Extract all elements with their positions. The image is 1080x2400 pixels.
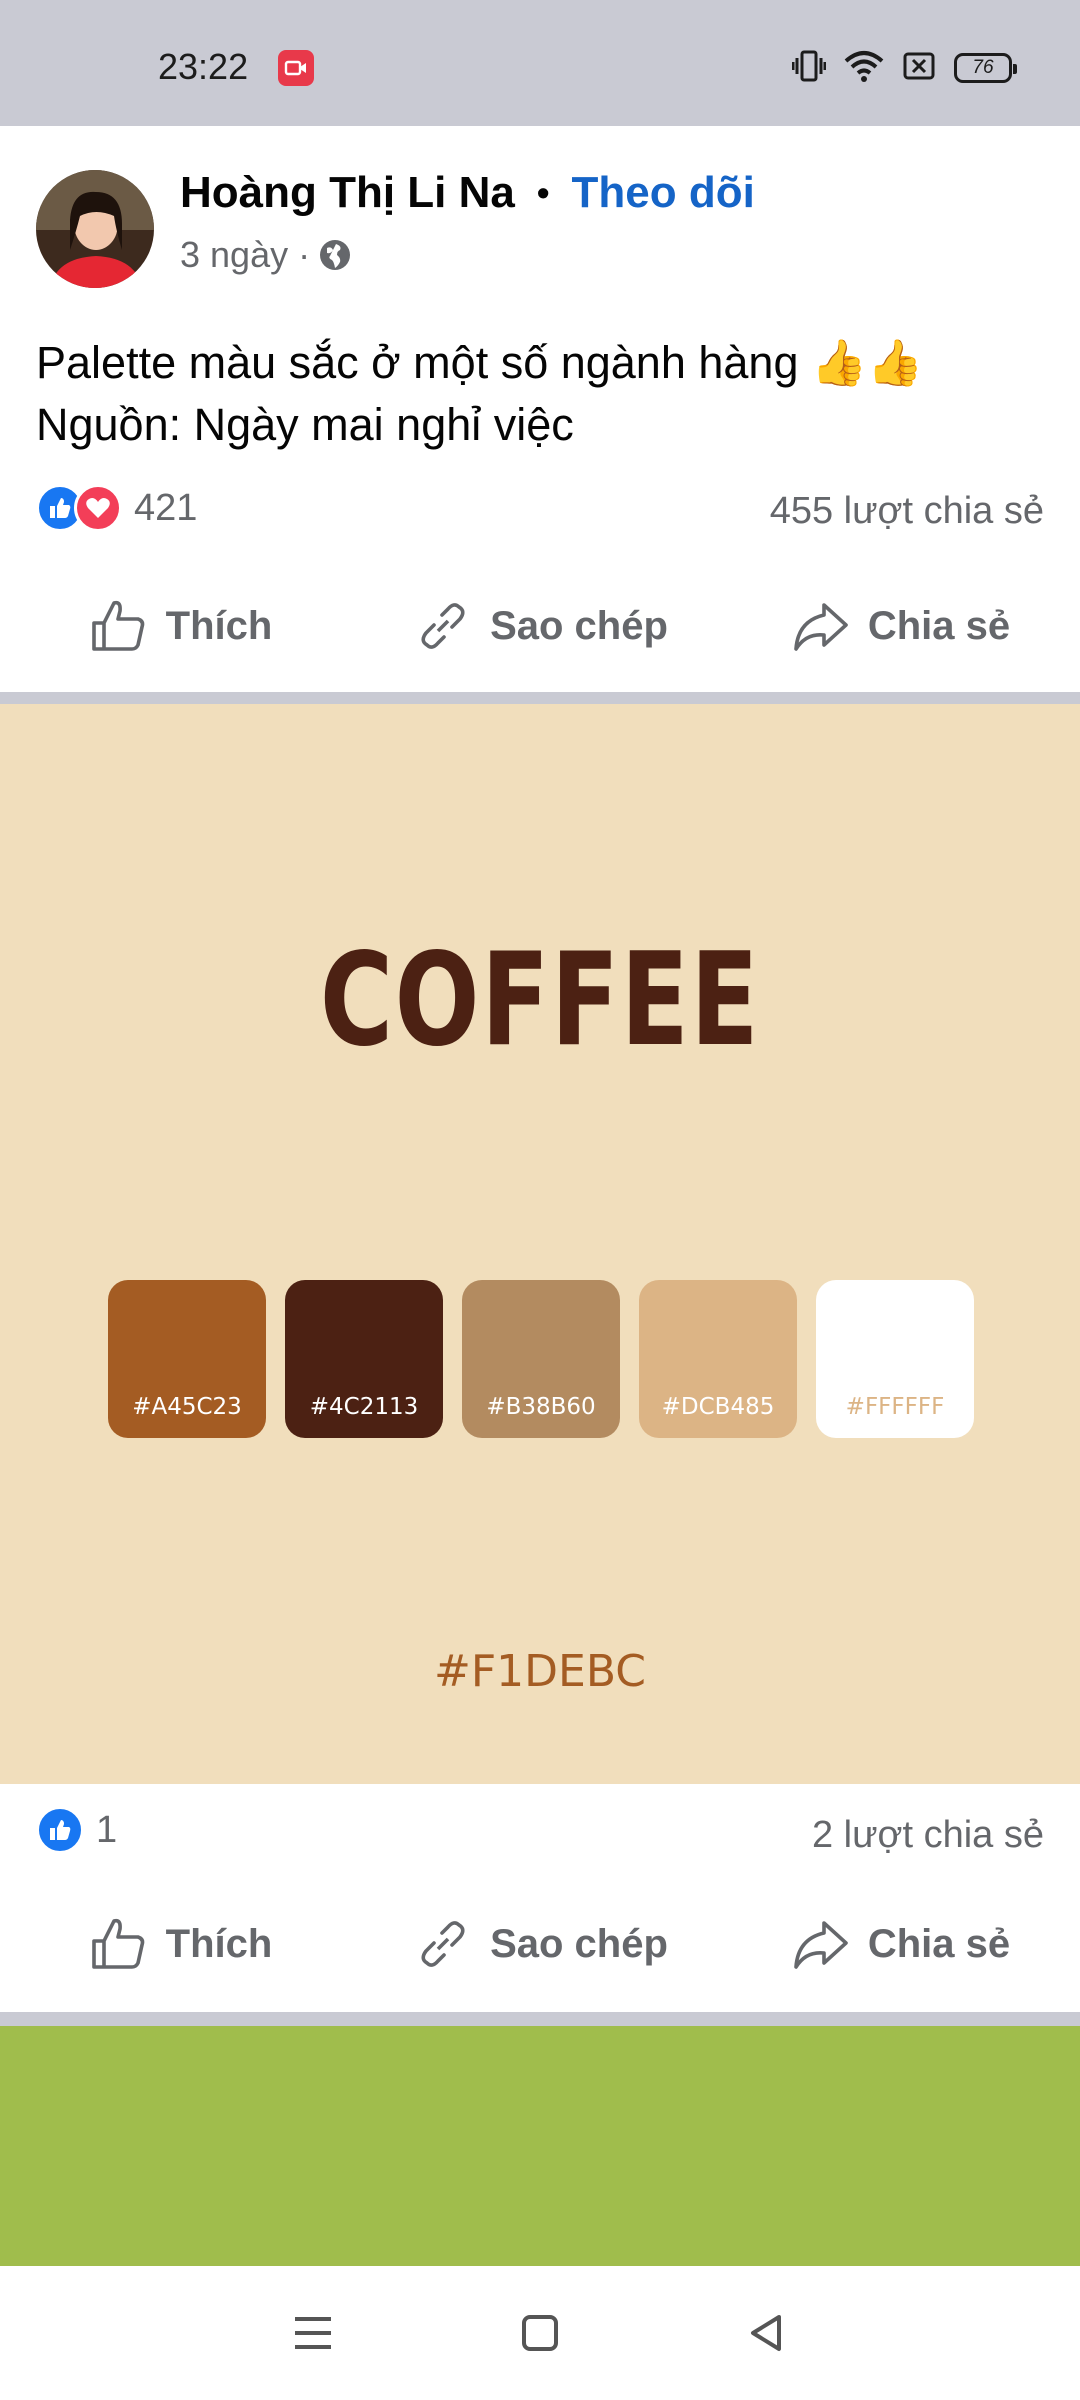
globe-icon — [320, 240, 351, 270]
post-actions: Thích Sao chép Chia sẻ — [0, 566, 1080, 686]
like-label: Thích — [165, 1921, 273, 1966]
link-icon — [421, 603, 465, 649]
avatar[interactable] — [36, 170, 154, 288]
home-square-icon[interactable] — [500, 2293, 580, 2373]
post2-reaction-count: 1 — [96, 1808, 118, 1851]
post-text: Palette màu sắc ở một số ngành hàng 👍👍 N… — [36, 332, 923, 456]
share-label: Chia sẻ — [867, 603, 1011, 648]
reaction-count: 421 — [134, 486, 198, 529]
swatch-2: #4C2113 — [285, 1280, 443, 1438]
like-reaction-icon — [36, 1806, 84, 1854]
wifi-icon — [844, 49, 884, 88]
swatch-code: #DCB485 — [661, 1394, 775, 1420]
copy-link-button[interactable]: Sao chép — [360, 566, 720, 686]
swatch-4: #DCB485 — [639, 1280, 797, 1438]
post-time[interactable]: 3 ngày · — [180, 234, 310, 276]
status-icons: 76 — [791, 48, 1017, 89]
post-divider — [0, 2012, 1080, 2026]
system-nav-bar — [0, 2266, 1080, 2400]
share-count[interactable]: 455 lượt chia sẻ — [770, 490, 1044, 533]
separator-dot: • — [536, 172, 550, 213]
swatch-code: #B38B60 — [486, 1394, 596, 1420]
post-image-coffee-palette[interactable]: COFFEE #A45C23 #4C2113 #B38B60 #DCB485 #… — [0, 704, 1080, 1784]
swatch-row: #A45C23 #4C2113 #B38B60 #DCB485 #FFFFFF — [108, 1280, 974, 1438]
palette-title: COFFEE — [319, 926, 761, 1075]
post-text-line1: Palette màu sắc ở một số ngành hàng 👍👍 — [36, 337, 924, 388]
next-post-image[interactable] — [0, 2026, 1080, 2266]
author-line: Hoàng Thị Li Na • Theo dõi — [180, 168, 755, 218]
share-arrow-icon — [794, 1921, 848, 1969]
love-reaction-icon — [74, 484, 122, 532]
share-arrow-icon — [794, 603, 848, 651]
copy-label: Sao chép — [490, 1921, 668, 1966]
copy-link-button[interactable]: Sao chép — [360, 1884, 720, 2004]
reaction-summary[interactable]: 421 — [36, 484, 197, 532]
post-meta: 3 ngày · — [180, 234, 352, 276]
status-bar: 23:22 76 — [0, 0, 1080, 126]
thumbs-up-icon — [91, 600, 144, 651]
back-triangle-icon[interactable] — [727, 2293, 807, 2373]
background-color-code: #F1DEBC — [434, 1646, 646, 1697]
post2-actions: Thích Sao chép Chia sẻ — [0, 1884, 1080, 2004]
post2-share-count[interactable]: 2 lượt chia sẻ — [812, 1814, 1044, 1857]
copy-label: Sao chép — [490, 603, 668, 648]
swatch-code: #FFFFFF — [845, 1394, 945, 1420]
swatch-3: #B38B60 — [462, 1280, 620, 1438]
swatch-1: #A45C23 — [108, 1280, 266, 1438]
swatch-code: #4C2113 — [309, 1394, 419, 1420]
follow-button[interactable]: Theo dõi — [572, 168, 755, 218]
thumbs-up-icon — [91, 1918, 144, 1969]
like-button[interactable]: Thích — [0, 566, 360, 686]
post-text-line2: Nguồn: Ngày mai nghỉ việc — [36, 399, 574, 450]
battery-icon: 76 — [954, 53, 1017, 83]
share-label: Chia sẻ — [867, 1921, 1011, 1966]
vibrate-icon — [791, 48, 827, 89]
author-name[interactable]: Hoàng Thị Li Na — [180, 168, 515, 218]
swatch-5: #FFFFFF — [816, 1280, 974, 1438]
post2-reaction-summary[interactable]: 1 — [36, 1806, 117, 1854]
share-button[interactable]: Chia sẻ — [720, 566, 1080, 686]
like-button[interactable]: Thích — [0, 1884, 360, 2004]
share-button[interactable]: Chia sẻ — [720, 1884, 1080, 2004]
like-label: Thích — [165, 603, 273, 648]
link-icon — [421, 1921, 465, 1967]
screen-record-icon — [278, 50, 314, 86]
menu-icon[interactable] — [273, 2293, 353, 2373]
status-time: 23:22 — [158, 46, 249, 87]
no-sim-icon — [902, 49, 936, 88]
swatch-code: #A45C23 — [132, 1394, 242, 1420]
